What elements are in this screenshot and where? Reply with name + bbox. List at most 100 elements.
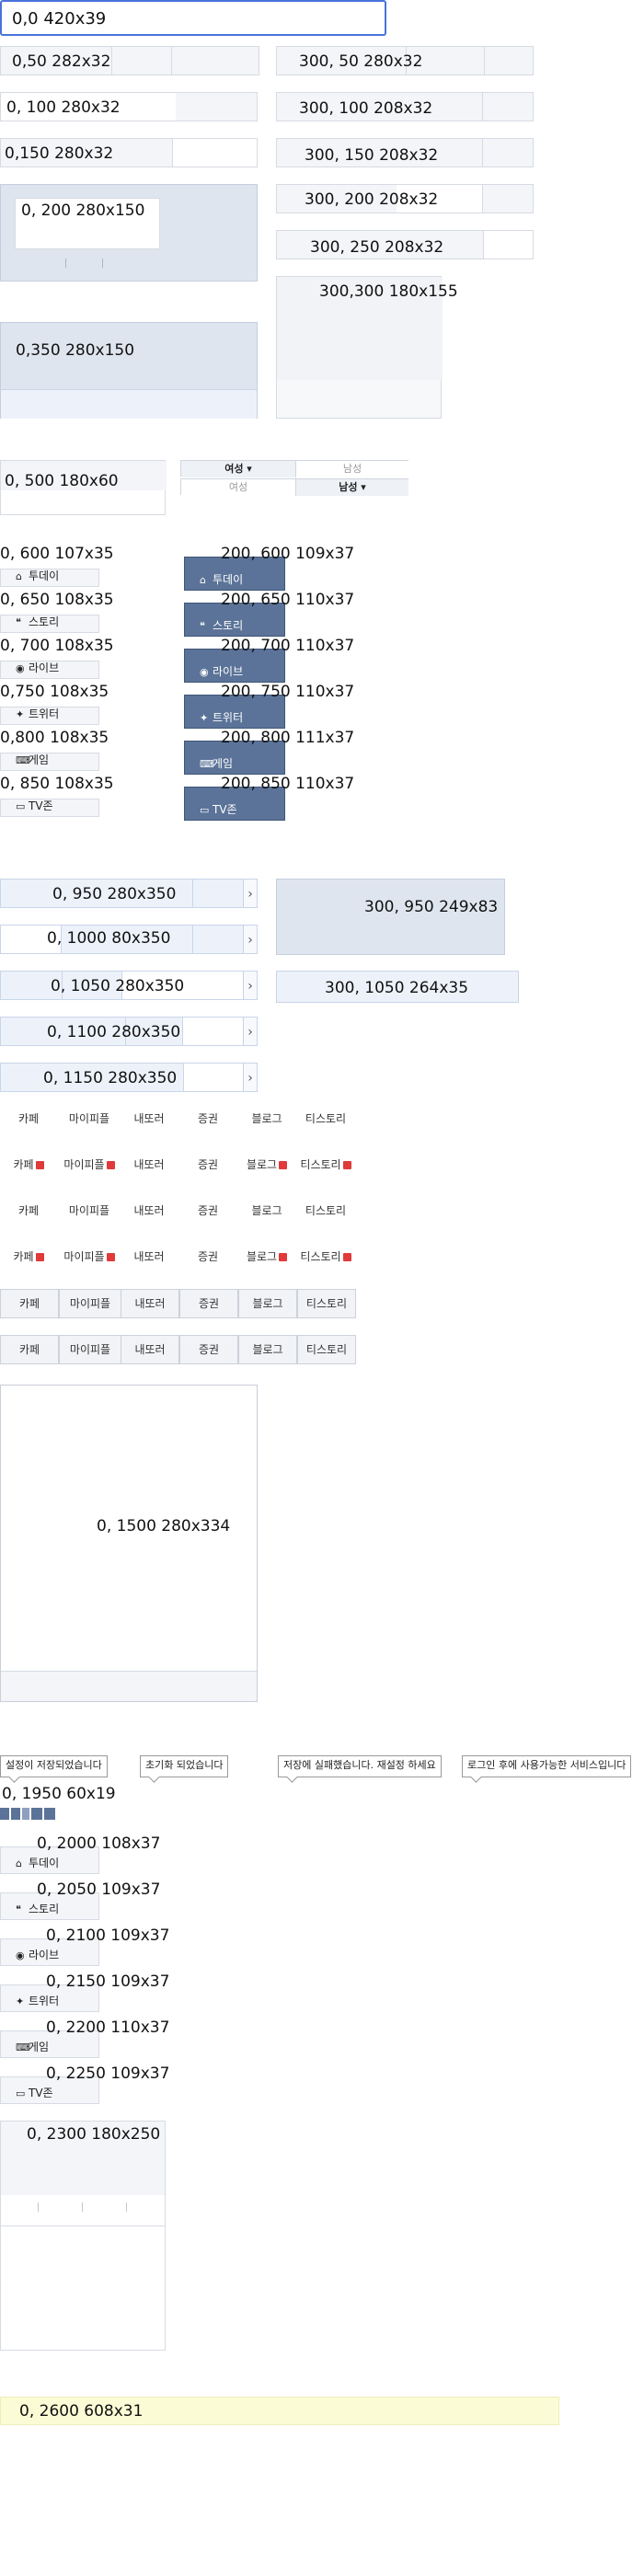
seg-bar-50[interactable]: 0,50 282x32 [0,46,259,75]
seg-bar-label: 0,150 280x32 [5,144,114,163]
tab-1[interactable]: 마이피플 [59,1197,120,1225]
pager-dot[interactable] [11,1808,20,1820]
tab-1[interactable]: 마이피플 [59,1289,121,1318]
tab-4[interactable]: 블로그 [238,1197,295,1225]
tab-3[interactable]: 증권 [179,1151,236,1179]
select-label: 0, 950 280x350 [52,885,177,903]
nav-button-게임[interactable]: ⌨ 게임 [0,753,99,771]
notice-bar-2600: 0, 2600 608x31 [0,2397,559,2425]
select-1000[interactable]: › 0, 1000 80x350 [0,925,258,954]
select-1050[interactable]: › 0, 1050 280x350 [0,971,258,1000]
female-option[interactable]: 여성 ▾ [181,461,295,477]
tab-2[interactable]: 내또러 [121,1151,178,1179]
tab-3[interactable]: 증권 [179,1243,236,1271]
tab-3[interactable]: 증권 [179,1289,238,1318]
tab-1[interactable]: 마이피플 [59,1105,120,1133]
pager-dot[interactable] [31,1808,42,1820]
tab-row: 카페 마이피플 내또러 증권 블로그 티스토리 [0,1243,368,1272]
chevron-right-icon[interactable]: › [243,1064,257,1091]
top-input[interactable]: 0,0 420x39 [0,0,386,36]
pager-dot[interactable] [22,1808,29,1820]
tab-2[interactable]: 내또러 [121,1105,178,1133]
chevron-right-icon[interactable]: › [243,1018,257,1045]
tab-4[interactable]: 블로그 [238,1335,297,1364]
nav-button-스토리[interactable]: ❝ 스토리 [0,615,99,633]
seg-bar-label: 300, 200 208x32 [305,190,439,209]
select-1150[interactable]: › 0, 1150 280x350 [0,1063,258,1092]
nav-button-label: TV존 [29,2087,53,2099]
pager-dot[interactable] [0,1808,9,1820]
seg-bar-r100[interactable]: 300, 100 208x32 [276,92,534,121]
tab-5[interactable]: 티스토리 [297,1335,356,1364]
seg-bar-label: 300, 250 208x32 [310,238,444,257]
nav-button-TV존[interactable]: ▭ TV존 [0,799,99,817]
tab-2[interactable]: 내또러 [121,1197,178,1225]
tab-2[interactable]: 내또러 [121,1289,179,1318]
tab-0[interactable]: 카페 [0,1197,57,1225]
tab-5[interactable]: 티스토리 [297,1289,356,1318]
tab-0[interactable]: 카페 [0,1105,57,1133]
chevron-right-icon[interactable]: › [243,880,257,907]
panel-1500: 0, 1500 280x334 [0,1385,258,1702]
tab-0[interactable]: 카페 [0,1335,59,1364]
tab-1[interactable]: 마이피플 [59,1243,120,1271]
tab-0[interactable]: 카페 [0,1243,57,1271]
coord-label: 0, 2250 109x37 [46,2064,170,2083]
seg-bar-150[interactable]: 0,150 280x32 [0,138,258,167]
tab-3[interactable]: 증권 [179,1197,236,1225]
select-1100[interactable]: › 0, 1100 280x350 [0,1017,258,1046]
tab-5[interactable]: 티스토리 [297,1243,354,1271]
male-option[interactable]: 남성 ▾ [295,479,408,496]
panel-200: 0, 200 280x150 [0,184,258,282]
tab-3[interactable]: 증권 [179,1335,238,1364]
seg-bar-r50[interactable]: 300, 50 280x32 [276,46,534,75]
tab-5[interactable]: 티스토리 [297,1151,354,1179]
tab-4[interactable]: 블로그 [238,1243,295,1271]
tab-label: 내또러 [133,1250,165,1263]
select-950[interactable]: › 0, 950 280x350 [0,879,258,908]
tab-1[interactable]: 마이피플 [59,1335,121,1364]
male-option[interactable]: 남성 [295,461,408,477]
nav-button-label: 게임 [29,753,50,766]
tab-label: 내또러 [133,1112,165,1125]
tab-4[interactable]: 블로그 [238,1289,297,1318]
nav-button-라이브[interactable]: ◉ 라이브 [0,661,99,679]
tab-2[interactable]: 내또러 [121,1335,179,1364]
tab-label: 블로그 [246,1158,278,1171]
panel-350: 0,350 280x150 [0,322,258,419]
female-option[interactable]: 여성 [181,479,295,496]
seg-bar-100[interactable]: 0, 100 280x32 [0,92,258,121]
pager-dot[interactable] [44,1808,55,1820]
tab-0[interactable]: 카페 [0,1151,57,1179]
tab-0[interactable]: 카페 [0,1289,59,1318]
nav-button-label: 트위터 [29,707,60,720]
tab-row: 카페 마이피플 내또러 증권 블로그 티스토리 [0,1335,368,1364]
tab-5[interactable]: 티스토리 [297,1197,354,1225]
seg-bar-r200[interactable]: 300, 200 208x32 [276,184,534,213]
coord-label: 0, 850 108x35 [0,775,114,793]
nav-button-투데이[interactable]: ⌂ 투데이 [0,569,99,587]
tab-label: 증권 [198,1343,220,1356]
panel-500: 0, 500 180x60 [0,460,167,515]
tv-icon: ▭ [16,800,26,812]
seg-bar-r250[interactable]: 300, 250 208x32 [276,230,534,259]
tab-1[interactable]: 마이피플 [59,1151,120,1179]
tab-label: 내또러 [133,1204,165,1217]
seg-bar-label: 300, 50 280x32 [299,52,423,71]
label-1950: 0, 1950 60x19 [2,1785,116,1803]
nav-button-트위터[interactable]: ✦ 트위터 [0,707,99,725]
tab-label: 블로그 [252,1297,283,1310]
seg-bar-r150[interactable]: 300, 150 208x32 [276,138,534,167]
tab-row: 카페 마이피플 내또러 증권 블로그 티스토리 [0,1105,368,1134]
tab-5[interactable]: 티스토리 [297,1105,354,1133]
panel-label: 300,300 180x155 [319,282,458,301]
home-icon: ⌂ [200,574,206,586]
chevron-right-icon[interactable]: › [243,972,257,999]
tab-4[interactable]: 블로그 [238,1151,295,1179]
home-icon: ⌂ [16,570,22,582]
chevron-right-icon[interactable]: › [243,926,257,953]
tab-2[interactable]: 내또러 [121,1243,178,1271]
tab-4[interactable]: 블로그 [238,1105,295,1133]
coord-label: 200, 700 110x37 [221,637,355,655]
tab-3[interactable]: 증권 [179,1105,236,1133]
